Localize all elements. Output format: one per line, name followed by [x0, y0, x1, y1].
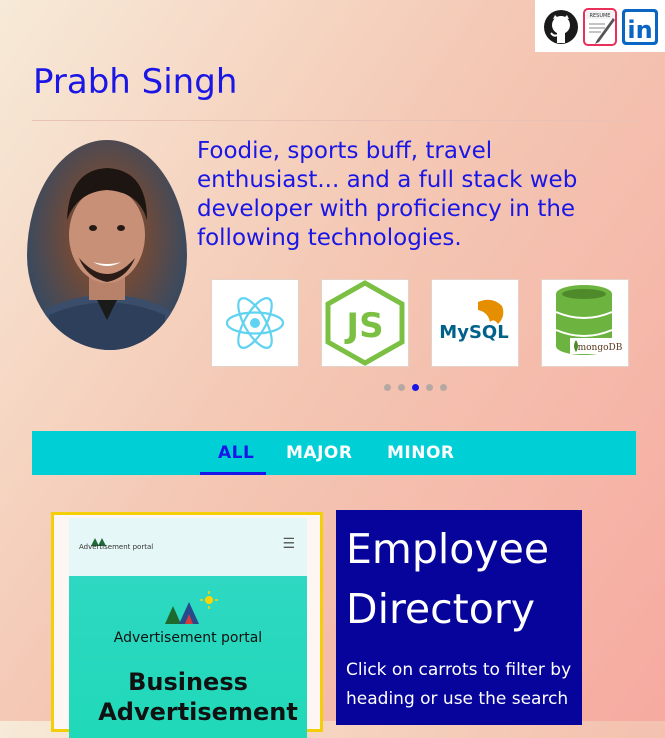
carousel-dot-5[interactable]	[440, 384, 447, 391]
thumbnail-title: Advertisement portal	[113, 630, 263, 646]
employee-subtitle: Click on carrots to filter by heading or…	[346, 656, 576, 714]
mongodb-icon: mongoDB	[555, 285, 624, 355]
tech-card-mongodb: mongoDB	[541, 279, 629, 367]
linkedin-icon[interactable]: in	[622, 8, 658, 46]
project-filter-tabs: ALL MAJOR MINOR	[32, 431, 636, 475]
thumbnail-brand: Advertisement portal	[79, 543, 154, 551]
tech-card-react	[211, 279, 299, 367]
tab-minor[interactable]: MINOR	[387, 431, 455, 475]
thumbnail-headline-1: Business	[128, 668, 248, 696]
carousel-dot-4[interactable]	[426, 384, 433, 391]
thumbnail-hero: Advertisement portal Business Advertisem…	[69, 576, 307, 738]
project-thumbnail: Advertisement portal ☰ Advertisement por…	[69, 518, 307, 738]
employee-subtitle-line-1: Click on carrots to filter by	[346, 660, 572, 680]
social-links: RESUME in	[535, 0, 665, 52]
svg-text:RESUME: RESUME	[590, 13, 611, 19]
carousel-dot-3[interactable]	[412, 384, 419, 391]
avatar	[27, 140, 187, 350]
tech-card-mysql: MySQL	[431, 279, 519, 367]
employee-title: Employee Directory	[346, 524, 549, 634]
employee-title-line-2: Directory	[346, 585, 535, 633]
employee-subtitle-line-2: heading or use the search	[346, 689, 569, 709]
svg-text:mongoDB: mongoDB	[578, 343, 623, 353]
page-title: Prabh Singh	[33, 62, 238, 102]
svg-text:MySQL: MySQL	[439, 322, 508, 343]
project-card-employee-directory[interactable]: Employee Directory Click on carrots to f…	[336, 510, 582, 725]
mysql-icon: MySQL	[439, 299, 509, 343]
tab-major[interactable]: MAJOR	[286, 431, 352, 475]
divider	[32, 120, 636, 121]
thumbnail-navbar: Advertisement portal ☰	[69, 518, 307, 576]
svg-text:JS: JS	[344, 306, 383, 346]
react-icon	[225, 297, 285, 349]
tab-all[interactable]: ALL	[218, 431, 254, 475]
employee-title-line-1: Employee	[346, 525, 550, 573]
tech-card-js: JS	[321, 279, 409, 367]
hamburger-icon: ☰	[282, 536, 295, 552]
carousel-dot-1[interactable]	[384, 384, 391, 391]
resume-icon[interactable]: RESUME	[583, 8, 619, 46]
carousel-dot-2[interactable]	[398, 384, 405, 391]
github-icon[interactable]	[543, 8, 579, 46]
active-tab-indicator	[200, 472, 266, 475]
thumbnail-headline-2: Advertisement	[98, 698, 298, 726]
svg-text:in: in	[627, 16, 652, 44]
bio-text: Foodie, sports buff, travel enthusiast..…	[197, 138, 578, 251]
nodejs-icon: JS	[325, 280, 405, 366]
project-card-advertisement[interactable]: Advertisement portal ☰ Advertisement por…	[51, 512, 323, 738]
portal-logo-icon	[165, 591, 218, 624]
